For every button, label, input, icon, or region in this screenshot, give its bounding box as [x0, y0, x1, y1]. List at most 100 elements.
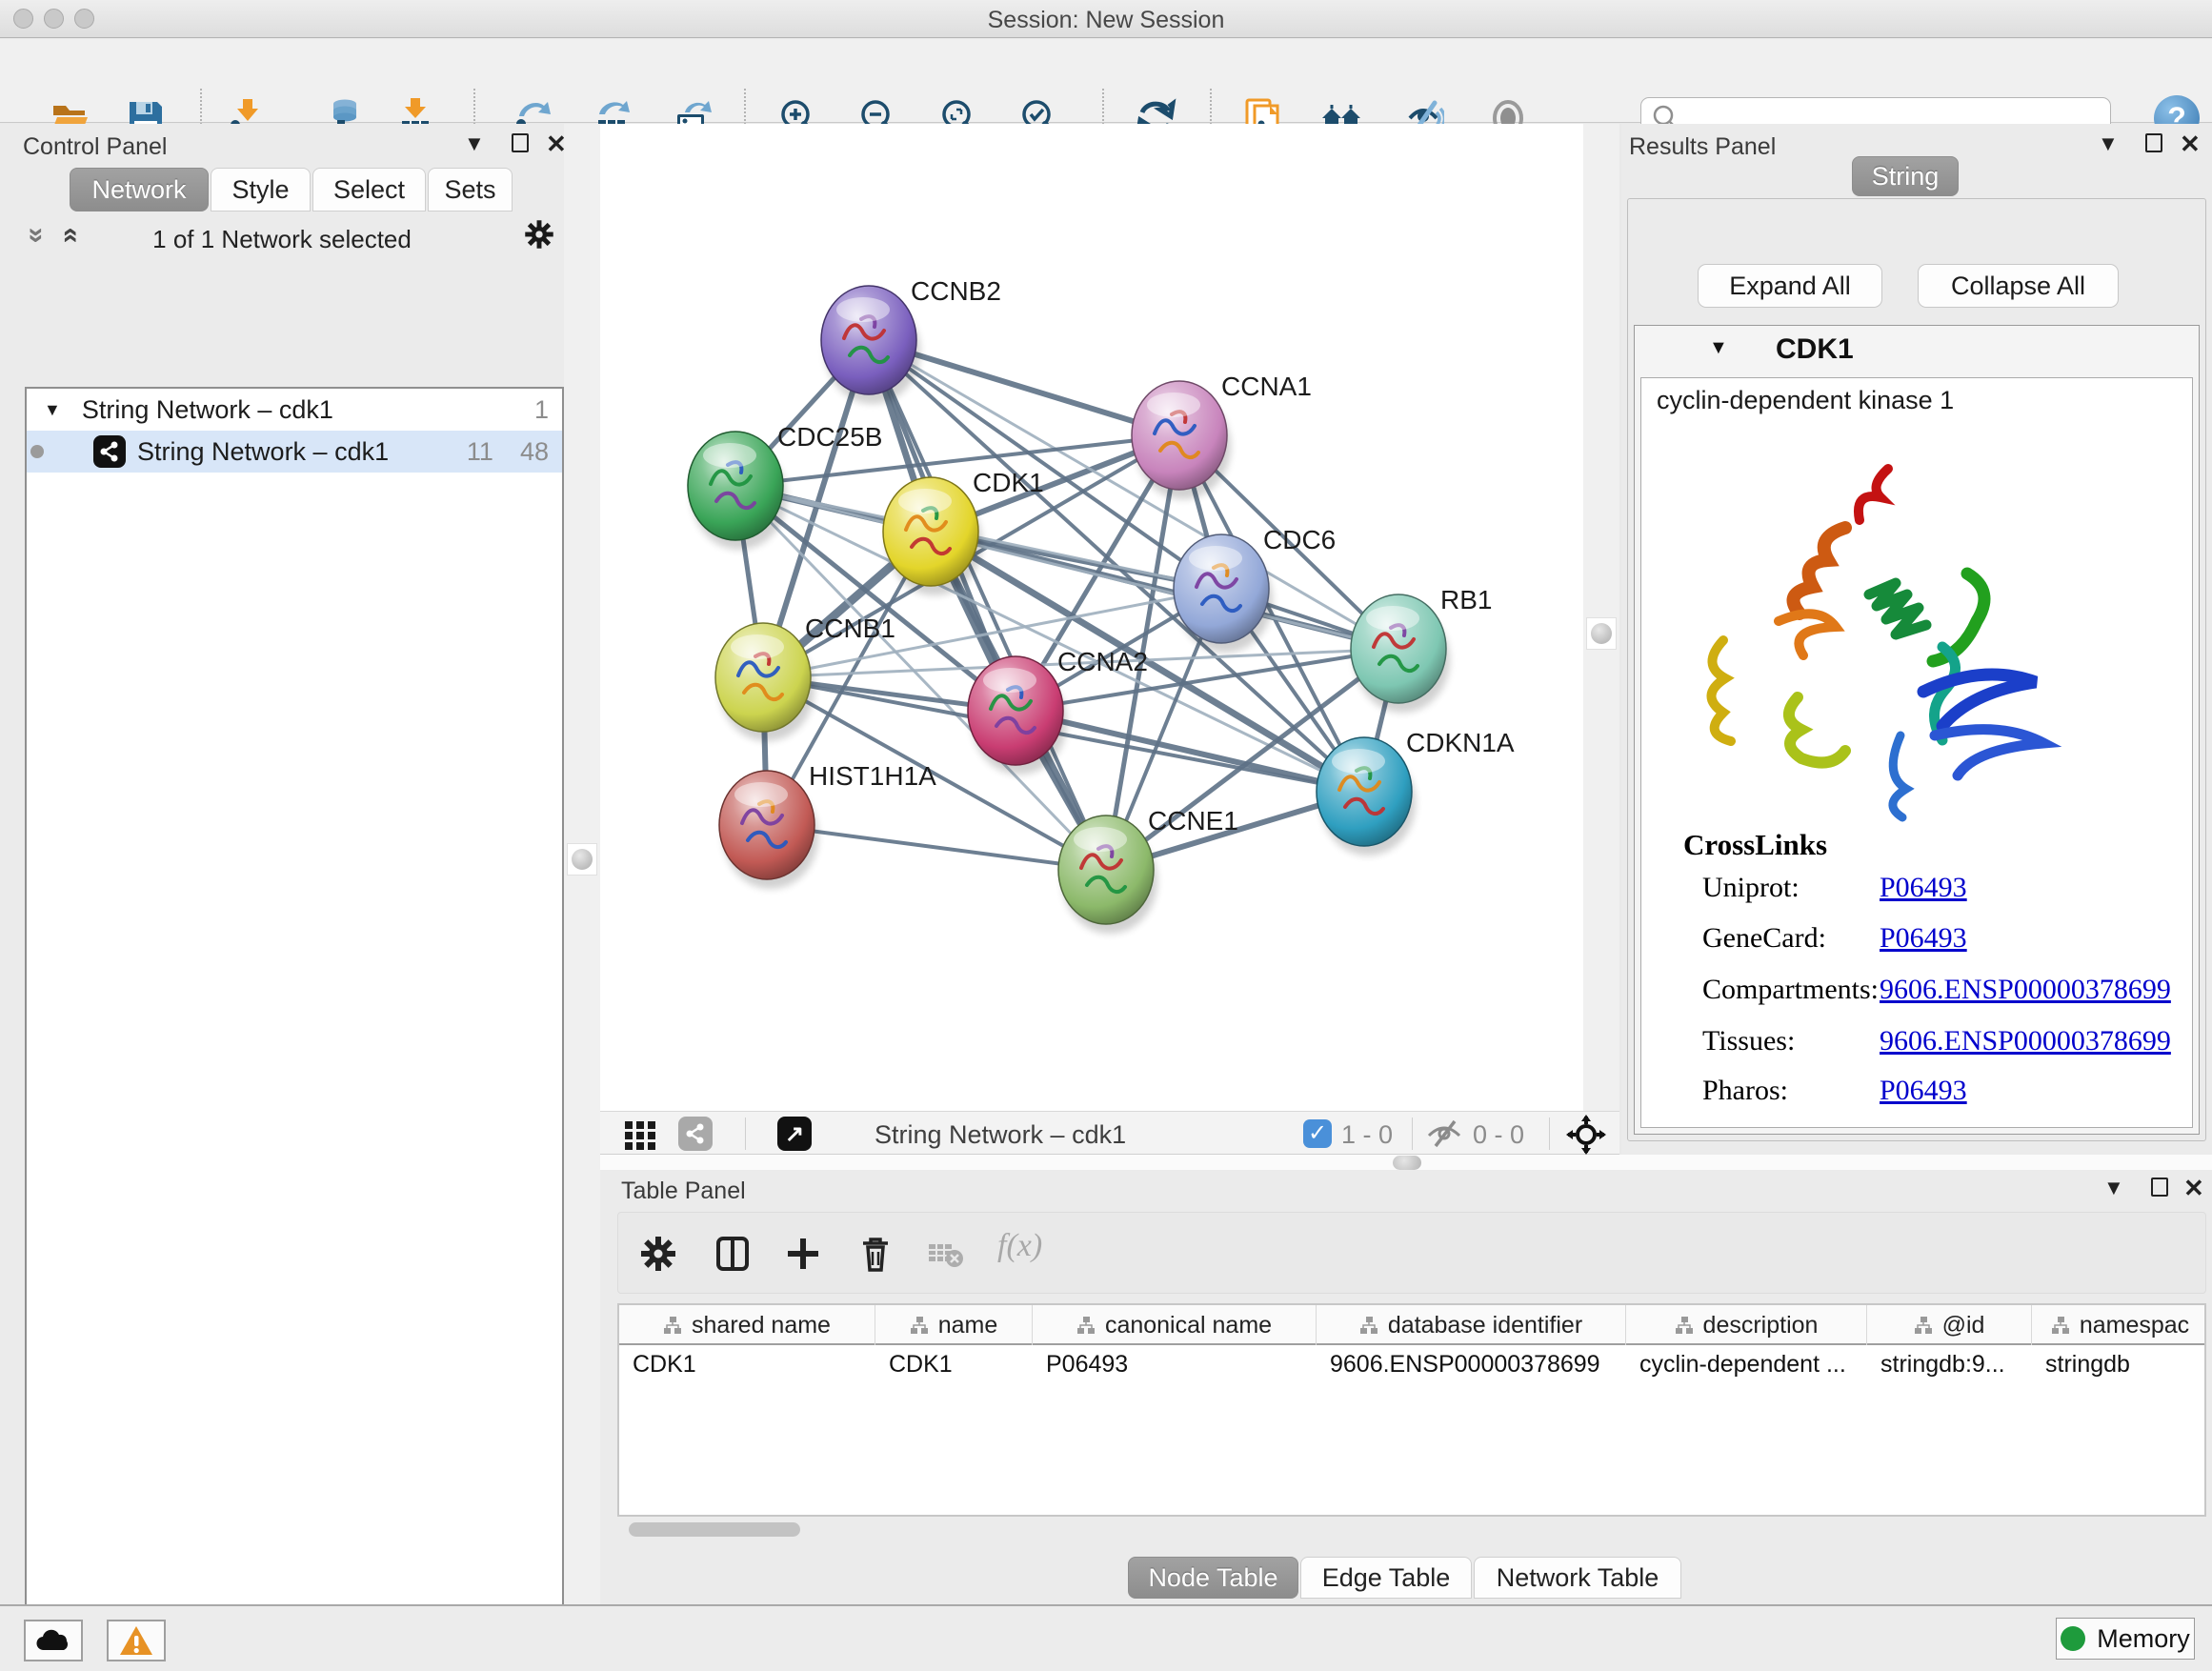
cytoscape-window: Session: New Session — [0, 0, 2212, 1671]
delete-table-icon[interactable] — [925, 1233, 967, 1275]
cell-description[interactable]: cyclin-dependent ... — [1626, 1347, 1867, 1381]
network-canvas[interactable]: CCNB2 CCNA1 CDC25BCDK1 CDC6 RB1 CCNB1 CCNA2 CDK… — [600, 124, 1583, 1111]
crosslink-row: Uniprot: — [1702, 872, 1800, 904]
crosslink-row: Compartments: — [1702, 974, 1879, 1006]
splitter-collapse-handle[interactable] — [1393, 1156, 1421, 1170]
show-column-icon[interactable] — [712, 1233, 754, 1275]
node-label-CDC6: CDC6 — [1263, 525, 1336, 554]
crosslink-link[interactable]: P06493 — [1880, 1075, 1967, 1107]
table-panel-float-icon[interactable] — [2151, 1178, 2168, 1201]
tab-node-table[interactable]: Node Table — [1128, 1557, 1298, 1599]
splitter-collapse-handle[interactable] — [567, 843, 597, 876]
control-panel: Control Panel ▼ ✕ Network Style Select S… — [0, 124, 564, 1604]
table-header-row: shared name name canonical name database… — [619, 1305, 2204, 1345]
network-node-CDC25B[interactable]: CDC25B — [688, 422, 882, 550]
crosslink-label: Compartments: — [1702, 974, 1879, 1005]
tab-edge-table[interactable]: Edge Table — [1300, 1557, 1472, 1599]
crosslink-link[interactable]: P06493 — [1880, 922, 1967, 955]
column-header[interactable]: namespac — [2032, 1305, 2208, 1345]
network-node-RB1[interactable]: RB1 — [1351, 585, 1492, 713]
network-collection-row[interactable]: ▼ String Network – cdk1 1 — [27, 389, 562, 431]
cell-namespace[interactable]: stringdb — [2032, 1347, 2208, 1381]
table-panel-menu-icon[interactable]: ▼ — [2103, 1176, 2124, 1200]
tab-string[interactable]: String — [1852, 156, 1959, 196]
results-panel-splitter[interactable] — [1583, 124, 1619, 1111]
control-panel-float-icon[interactable] — [512, 133, 529, 157]
collection-count: 1 — [534, 395, 549, 425]
node-label-CDC25B: CDC25B — [777, 422, 882, 452]
expand-all-button[interactable]: Expand All — [1698, 264, 1882, 308]
network-selection-status: 1 of 1 Network selected — [0, 225, 564, 254]
table-panel-close-icon[interactable]: ✕ — [2183, 1174, 2204, 1203]
crosslink-row: GeneCard: — [1702, 922, 1826, 955]
cell-database-identifier[interactable]: 9606.ENSP00000378699 — [1317, 1347, 1626, 1381]
results-panel-menu-icon[interactable]: ▼ — [2098, 131, 2119, 156]
column-header[interactable]: name — [875, 1305, 1033, 1345]
network-node-CCNB2[interactable]: CCNB2 — [821, 276, 1001, 404]
table-settings-gear-icon[interactable] — [637, 1233, 679, 1275]
cell-name[interactable]: CDK1 — [875, 1347, 1033, 1381]
gene-section-header[interactable]: ▼ CDK1 — [1635, 326, 2199, 375]
column-header[interactable]: @id — [1867, 1305, 2032, 1345]
network-node-CDK1[interactable]: CDK1 — [883, 468, 1044, 595]
table-panel-title: Table Panel — [621, 1178, 746, 1205]
table-toolbar: f(x) — [617, 1212, 2206, 1294]
function-builder-icon[interactable]: f(x) — [997, 1228, 1042, 1264]
network-node-CDC6[interactable]: CDC6 — [1174, 525, 1336, 653]
cloud-icon[interactable] — [24, 1620, 83, 1661]
memory-button[interactable]: Memory — [2056, 1618, 2195, 1660]
section-expand-icon[interactable]: ▼ — [1709, 337, 1728, 359]
network-share-icon[interactable] — [678, 1117, 713, 1151]
open-in-new-window-icon[interactable]: ↗ — [777, 1117, 812, 1151]
crosslinks-title: CrossLinks — [1683, 828, 1827, 862]
network-node-CCNB1[interactable]: CCNB1 — [715, 614, 895, 741]
results-panel-close-icon[interactable]: ✕ — [2180, 130, 2201, 159]
collapse-all-button[interactable]: Collapse All — [1918, 264, 2119, 308]
cell-shared-name[interactable]: CDK1 — [619, 1347, 875, 1381]
selected-checkbox-icon[interactable]: ✓ — [1303, 1119, 1332, 1148]
network-node-CDKN1A[interactable]: CDKN1A — [1317, 728, 1515, 856]
grid-view-icon[interactable] — [623, 1117, 657, 1157]
splitter-collapse-handle[interactable] — [1586, 617, 1617, 650]
network-node-CCNA2[interactable]: CCNA2 — [968, 647, 1148, 775]
create-column-icon[interactable] — [782, 1233, 824, 1275]
collection-expand-icon[interactable]: ▼ — [44, 400, 61, 420]
crosslink-link[interactable]: P06493 — [1880, 872, 1967, 904]
tab-style[interactable]: Style — [211, 168, 311, 211]
toolbar-separator — [745, 1117, 746, 1150]
tab-network[interactable]: Network — [70, 168, 209, 211]
crosslink-label: Tissues: — [1702, 1025, 1795, 1057]
control-panel-splitter[interactable] — [564, 124, 600, 1604]
tab-sets[interactable]: Sets — [428, 168, 513, 211]
crosslink-row: Tissues: — [1702, 1025, 1795, 1057]
network-node-CCNE1[interactable]: CCNE1 — [1058, 806, 1238, 934]
column-header[interactable]: database identifier — [1317, 1305, 1626, 1345]
column-header[interactable]: description — [1626, 1305, 1867, 1345]
crosslink-link[interactable]: 9606.ENSP00000378699 — [1880, 1025, 2171, 1057]
crosslink-link[interactable]: 9606.ENSP00000378699 — [1880, 974, 2171, 1006]
cell-id[interactable]: stringdb:9... — [1867, 1347, 2032, 1381]
delete-column-icon[interactable] — [855, 1233, 896, 1275]
control-panel-menu-icon[interactable]: ▼ — [464, 131, 485, 156]
results-panel-float-icon[interactable] — [2145, 133, 2162, 157]
birdseye-view-icon[interactable] — [1566, 1115, 1606, 1159]
control-panel-title: Control Panel — [23, 133, 167, 161]
network-tree: ▼ String Network – cdk1 1 String Network… — [25, 387, 564, 1671]
network-node-count: 11 — [467, 437, 493, 467]
column-header[interactable]: canonical name — [1033, 1305, 1317, 1345]
cell-canonical-name[interactable]: P06493 — [1033, 1347, 1317, 1381]
warning-icon[interactable] — [107, 1620, 166, 1661]
network-row[interactable]: String Network – cdk1 11 48 — [27, 431, 562, 473]
network-view-toolbar: ↗ String Network – cdk1 ✓ 1 - 0 0 - 0 — [600, 1111, 1619, 1155]
node-label-CCNE1: CCNE1 — [1148, 806, 1238, 836]
table-horizontal-scrollbar[interactable] — [629, 1522, 800, 1537]
crosslink-row: Pharos: — [1702, 1075, 1788, 1107]
network-options-gear-icon[interactable] — [522, 217, 556, 256]
network-graph[interactable]: CCNB2 CCNA1 CDC25BCDK1 CDC6 RB1 CCNB1 CCNA2 CDK… — [600, 124, 1583, 1111]
memory-status-dot — [2061, 1626, 2085, 1651]
tab-network-table[interactable]: Network Table — [1474, 1557, 1681, 1599]
network-node-HIST1H1A[interactable]: HIST1H1A — [719, 761, 936, 889]
network-node-CCNA1[interactable]: CCNA1 — [1132, 372, 1312, 499]
column-header[interactable]: shared name — [619, 1305, 875, 1345]
tab-select[interactable]: Select — [312, 168, 426, 211]
